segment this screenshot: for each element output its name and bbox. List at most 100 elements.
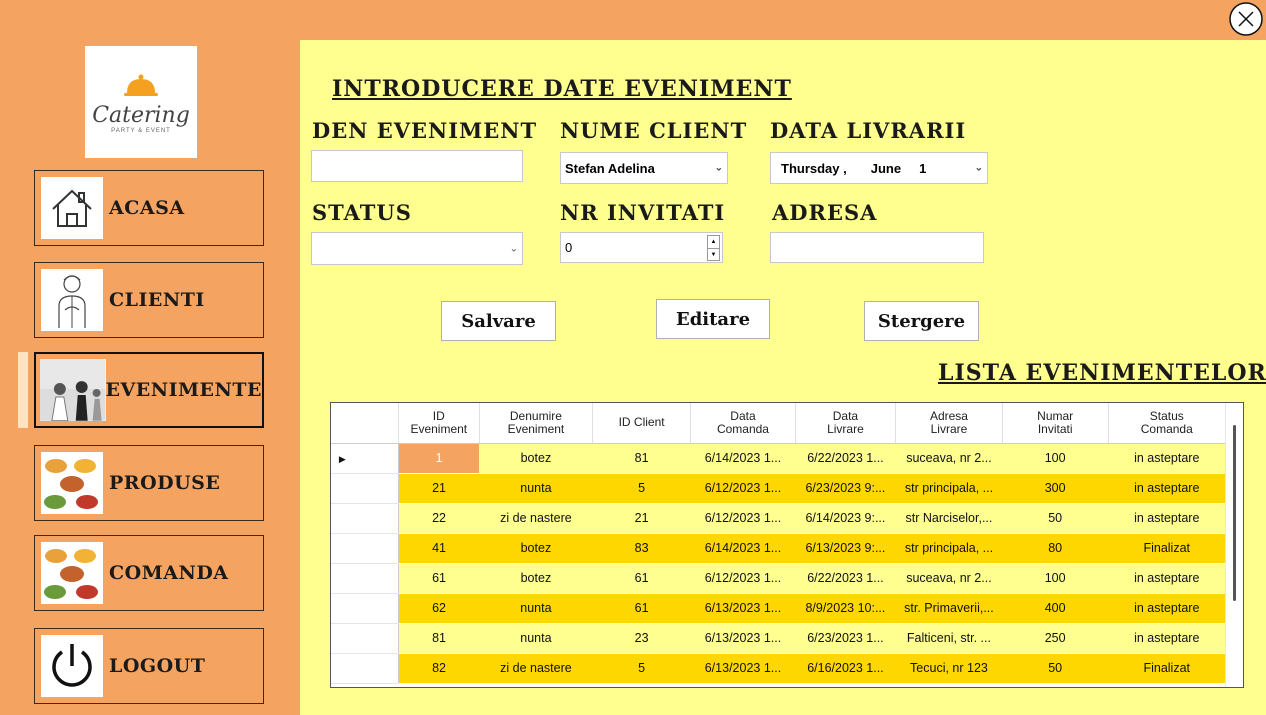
row-header[interactable]	[331, 563, 399, 594]
table-cell[interactable]: str principala, ...	[895, 533, 1003, 564]
column-header[interactable]: Status Comanda	[1108, 403, 1226, 444]
table-row[interactable]: ▶ 1 botez 81 6/14/2023 1... 6/22/2023 1... suc…	[331, 443, 1226, 474]
table-cell[interactable]: 6/12/2023 1...	[690, 473, 796, 504]
table-cell[interactable]: 6/16/2023 1...	[795, 653, 896, 684]
row-header[interactable]	[331, 503, 399, 534]
save-button[interactable]: Salvare	[441, 301, 556, 341]
table-cell[interactable]: in asteptare	[1108, 473, 1226, 504]
nav-logout-button[interactable]: LOGOUT	[34, 628, 264, 704]
row-header[interactable]	[331, 473, 399, 504]
column-header[interactable]: Data Livrare	[795, 403, 897, 444]
column-header[interactable]: Adresa Livrare	[895, 403, 1003, 444]
table-row[interactable]: 21 nunta 5 6/12/2023 1... 6/23/2023 9:... str…	[331, 473, 1226, 504]
table-cell[interactable]: 62	[398, 593, 480, 624]
table-cell[interactable]: 83	[592, 533, 691, 564]
edit-button[interactable]: Editare	[656, 299, 770, 339]
column-header[interactable]: Denumire Eveniment	[479, 403, 593, 444]
table-cell[interactable]: Tecuci, nr 123	[895, 653, 1003, 684]
row-header[interactable]	[331, 593, 399, 624]
den-eveniment-input[interactable]	[311, 150, 523, 182]
table-cell[interactable]: 6/13/2023 1...	[690, 623, 796, 654]
table-cell[interactable]: str Narciselor,...	[895, 503, 1003, 534]
events-table[interactable]: ID Eveniment Denumire Eveniment ID Client …	[330, 402, 1244, 688]
nav-comanda-button[interactable]: COMANDA	[34, 535, 264, 611]
table-cell[interactable]: 100	[1002, 443, 1108, 474]
table-cell[interactable]: 50	[1002, 503, 1108, 534]
table-cell[interactable]: 61	[592, 563, 691, 594]
table-cell[interactable]: 6/13/2023 9:...	[795, 533, 896, 564]
adresa-input[interactable]	[770, 232, 984, 263]
table-cell[interactable]: botez	[479, 533, 593, 564]
table-cell[interactable]: 1	[398, 443, 480, 474]
table-cell[interactable]: 61	[592, 593, 691, 624]
table-cell[interactable]: 61	[398, 563, 480, 594]
table-cell[interactable]: zi de nastere	[479, 653, 593, 684]
nav-clienti-button[interactable]: CLIENTI	[34, 262, 264, 338]
nr-invitati-stepper[interactable]: 0 ▲ ▼	[560, 232, 723, 263]
table-cell[interactable]: nunta	[479, 473, 593, 504]
table-cell[interactable]: 6/14/2023 9:...	[795, 503, 896, 534]
table-cell[interactable]: 22	[398, 503, 480, 534]
data-livrarii-picker[interactable]: Thursday , June 1 ⌄	[770, 152, 988, 184]
table-cell[interactable]: nunta	[479, 623, 593, 654]
table-cell[interactable]: in asteptare	[1108, 503, 1226, 534]
column-header[interactable]: ID Eveniment	[398, 403, 480, 444]
nav-produse-button[interactable]: PRODUSE	[34, 445, 264, 521]
table-cell[interactable]: in asteptare	[1108, 563, 1226, 594]
table-row[interactable]: 62 nunta 61 6/13/2023 1... 8/9/2023 10:... st…	[331, 593, 1226, 624]
table-cell[interactable]: 300	[1002, 473, 1108, 504]
table-row[interactable]: 41 botez 83 6/14/2023 1... 6/13/2023 9:... st…	[331, 533, 1226, 564]
table-cell[interactable]: zi de nastere	[479, 503, 593, 534]
row-header[interactable]	[331, 623, 399, 654]
row-header[interactable]: ▶	[331, 443, 399, 474]
table-cell[interactable]: 80	[1002, 533, 1108, 564]
table-cell[interactable]: 82	[398, 653, 480, 684]
table-cell[interactable]: Finalizat	[1108, 653, 1226, 684]
row-header[interactable]	[331, 533, 399, 564]
vertical-scrollbar[interactable]	[1225, 403, 1243, 687]
table-cell[interactable]: 6/23/2023 9:...	[795, 473, 896, 504]
table-cell[interactable]: str principala, ...	[895, 473, 1003, 504]
table-cell[interactable]: 41	[398, 533, 480, 564]
table-cell[interactable]: str. Primaverii,...	[895, 593, 1003, 624]
table-cell[interactable]: 5	[592, 473, 691, 504]
table-cell[interactable]: in asteptare	[1108, 443, 1226, 474]
row-header[interactable]	[331, 653, 399, 684]
nav-acasa-button[interactable]: ACASA	[34, 170, 264, 246]
table-cell[interactable]: 81	[398, 623, 480, 654]
table-cell[interactable]: 100	[1002, 563, 1108, 594]
nume-client-select[interactable]: Stefan Adelina ⌄	[560, 152, 728, 184]
table-cell[interactable]: Finalizat	[1108, 533, 1226, 564]
close-icon[interactable]	[1228, 1, 1264, 37]
spin-buttons[interactable]: ▲ ▼	[707, 235, 720, 261]
table-cell[interactable]: 6/23/2023 1...	[795, 623, 896, 654]
table-cell[interactable]: nunta	[479, 593, 593, 624]
column-header[interactable]: Numar Invitati	[1002, 403, 1109, 444]
nav-evenimente-button[interactable]: EVENIMENTE	[34, 352, 264, 428]
table-row[interactable]: 22 zi de nastere 21 6/12/2023 1... 6/14/2023…	[331, 503, 1226, 534]
table-cell[interactable]: 250	[1002, 623, 1108, 654]
scrollbar-thumb[interactable]	[1233, 425, 1236, 601]
table-cell[interactable]: 23	[592, 623, 691, 654]
column-header[interactable]: ID Client	[592, 403, 692, 444]
table-cell[interactable]: 5	[592, 653, 691, 684]
table-cell[interactable]: 21	[398, 473, 480, 504]
delete-button[interactable]: Stergere	[864, 301, 979, 341]
table-cell[interactable]: 21	[592, 503, 691, 534]
table-cell[interactable]: suceava, nr 2...	[895, 563, 1003, 594]
table-cell[interactable]: 8/9/2023 10:...	[795, 593, 896, 624]
table-cell[interactable]: 400	[1002, 593, 1108, 624]
column-header[interactable]: Data Comanda	[690, 403, 796, 444]
status-select[interactable]: ⌄	[311, 232, 523, 265]
table-row[interactable]: 82 zi de nastere 5 6/13/2023 1... 6/16/2023 …	[331, 653, 1226, 684]
table-row[interactable]: 81 nunta 23 6/13/2023 1... 6/23/2023 1... Fal…	[331, 623, 1226, 654]
table-cell[interactable]: 6/13/2023 1...	[690, 653, 796, 684]
table-cell[interactable]: suceava, nr 2...	[895, 443, 1003, 474]
table-cell[interactable]: 6/22/2023 1...	[795, 563, 896, 594]
table-cell[interactable]: in asteptare	[1108, 623, 1226, 654]
table-cell[interactable]: 6/12/2023 1...	[690, 563, 796, 594]
table-cell[interactable]: 50	[1002, 653, 1108, 684]
table-cell[interactable]: botez	[479, 563, 593, 594]
table-cell[interactable]: botez	[479, 443, 593, 474]
table-cell[interactable]: 6/14/2023 1...	[690, 443, 796, 474]
